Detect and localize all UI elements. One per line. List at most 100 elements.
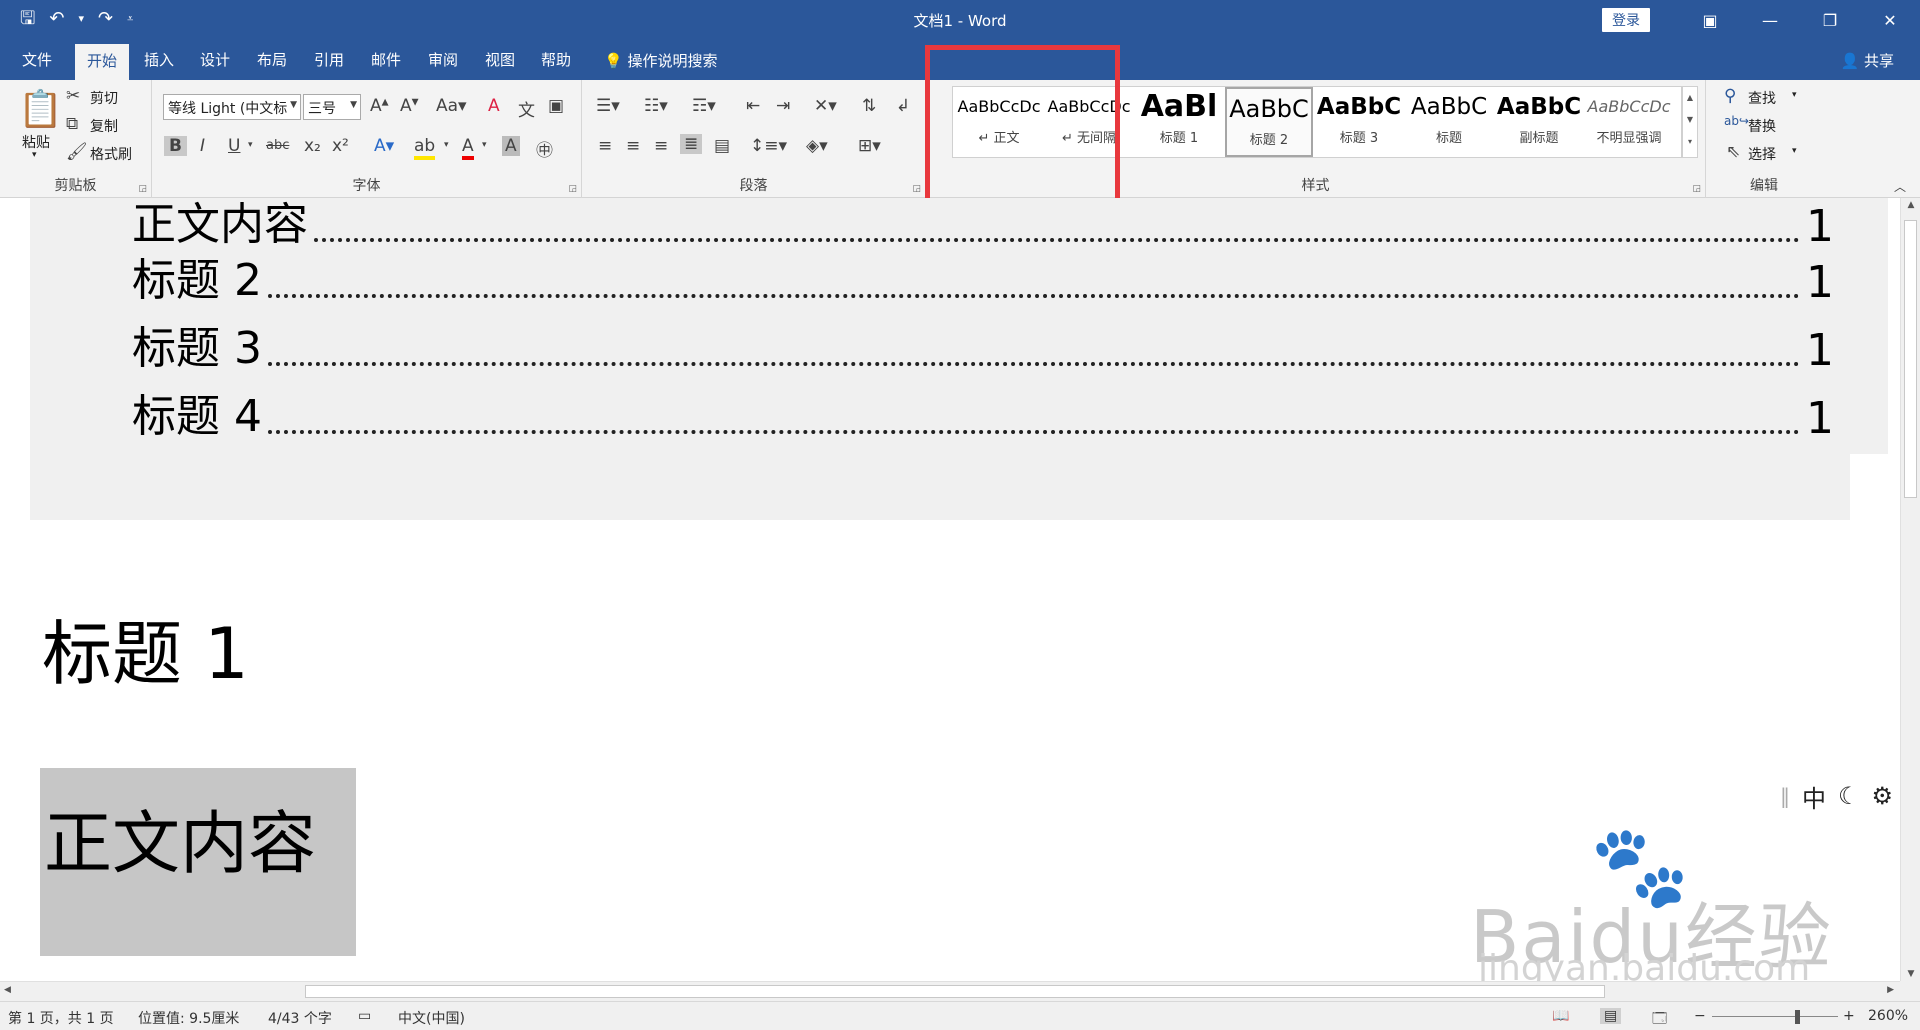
paste-icon[interactable]: 📋 xyxy=(18,88,63,130)
close-icon[interactable]: ✕ xyxy=(1860,0,1920,40)
underline-icon[interactable]: U xyxy=(228,136,240,156)
scroll-up-icon[interactable]: ▲ xyxy=(1901,200,1920,210)
phonetic-guide-icon[interactable]: 文 xyxy=(518,96,535,121)
tab-home[interactable]: 开始 xyxy=(75,44,130,80)
clear-format-icon[interactable]: A xyxy=(488,96,500,116)
tab-insert[interactable]: 插入 xyxy=(144,49,174,70)
decrease-indent-icon[interactable]: ⇤ xyxy=(746,96,760,116)
ime-language-toggle[interactable]: 中 xyxy=(1802,779,1826,814)
style-heading-1[interactable]: AaBl 标题 1 xyxy=(1135,87,1223,157)
asian-layout-icon[interactable]: ✕▾ xyxy=(814,96,837,116)
styles-gallery-scroll[interactable]: ▲ ▼ ▾ xyxy=(1682,86,1698,158)
read-mode-icon[interactable]: 📖 xyxy=(1552,1008,1569,1024)
tab-view[interactable]: 视图 xyxy=(485,49,515,70)
font-color-icon[interactable]: A xyxy=(462,136,474,160)
zoom-slider-knob[interactable] xyxy=(1795,1010,1801,1024)
styles-launcher-icon[interactable]: ◲ xyxy=(1692,184,1701,194)
horizontal-scroll-thumb[interactable] xyxy=(305,985,1605,998)
language-indicator[interactable]: 中文(中国) xyxy=(398,1008,465,1028)
enclose-characters-icon[interactable]: ㊥ xyxy=(536,136,553,161)
position-value[interactable]: 位置值: 9.5厘米 xyxy=(138,1008,239,1028)
multilevel-list-icon[interactable]: ☶▾ xyxy=(692,96,716,116)
align-right-icon[interactable]: ≡ xyxy=(654,136,668,156)
tab-references[interactable]: 引用 xyxy=(314,49,344,70)
underline-dropdown-icon[interactable]: ▾ xyxy=(248,140,253,150)
font-color-dropdown-icon[interactable]: ▾ xyxy=(482,140,487,150)
toc-entry[interactable]: 标题 3 1 xyxy=(132,316,1834,376)
justify-icon[interactable]: ≣ xyxy=(680,134,703,154)
style-subtle-emphasis[interactable]: AaBbCcDc 不明显强调 xyxy=(1585,87,1673,157)
find-button[interactable]: 查找 xyxy=(1748,88,1776,108)
tab-mailings[interactable]: 邮件 xyxy=(371,49,401,70)
scroll-down-icon[interactable]: ▼ xyxy=(1901,969,1920,979)
zoom-out-icon[interactable]: − xyxy=(1694,1008,1706,1024)
style-heading-2[interactable]: AaBbC 标题 2 xyxy=(1225,87,1313,157)
shading-icon[interactable]: ◈▾ xyxy=(806,136,828,156)
scroll-left-icon[interactable]: ◀ xyxy=(4,985,11,995)
grow-font-icon[interactable]: A▲ xyxy=(370,96,389,116)
tab-layout[interactable]: 布局 xyxy=(257,49,287,70)
highlight-icon[interactable]: ab xyxy=(414,136,436,160)
select-dropdown-icon[interactable]: ▾ xyxy=(1792,146,1797,156)
restore-icon[interactable]: ❐ xyxy=(1800,0,1860,40)
gear-icon[interactable]: ⚙ xyxy=(1872,782,1894,810)
borders-icon[interactable]: ⊞▾ xyxy=(858,136,881,156)
replace-button[interactable]: 替换 xyxy=(1748,116,1776,136)
minimize-icon[interactable]: — xyxy=(1740,0,1800,40)
tab-help[interactable]: 帮助 xyxy=(541,49,571,70)
style-heading-3[interactable]: AaBbC 标题 3 xyxy=(1315,87,1403,157)
strikethrough-icon[interactable]: abc xyxy=(266,138,289,153)
heading-1-text[interactable]: 标题 1 xyxy=(42,598,249,699)
style-title[interactable]: AaBbC 标题 xyxy=(1405,87,1493,157)
login-button[interactable]: 登录 xyxy=(1602,8,1650,32)
horizontal-scrollbar[interactable]: ◀ ▶ xyxy=(0,981,1900,1001)
ribbon-display-icon[interactable]: ▣ xyxy=(1680,0,1740,40)
toc-entry[interactable]: 正文内容 1 xyxy=(132,198,1834,252)
increase-indent-icon[interactable]: ⇥ xyxy=(776,96,790,116)
paste-dropdown-icon[interactable]: ▾ xyxy=(32,150,37,160)
paragraph-launcher-icon[interactable]: ◲ xyxy=(912,184,921,194)
tell-me-search[interactable]: 💡 操作说明搜索 xyxy=(604,50,717,71)
copy-button[interactable]: 复制 xyxy=(90,116,118,136)
line-spacing-icon[interactable]: ↕≡▾ xyxy=(750,136,787,156)
bold-icon[interactable]: B xyxy=(164,136,187,156)
align-center-icon[interactable]: ≡ xyxy=(626,136,640,156)
toc-entry[interactable]: 标题 2 1 xyxy=(132,248,1834,308)
select-button[interactable]: 选择 xyxy=(1748,144,1776,164)
character-border-icon[interactable]: ▣ xyxy=(548,96,564,116)
tab-review[interactable]: 审阅 xyxy=(428,49,458,70)
collapse-ribbon-icon[interactable]: ︿ xyxy=(1894,178,1906,195)
proofing-icon[interactable]: ▭ xyxy=(358,1008,371,1024)
zoom-level[interactable]: 260% xyxy=(1868,1008,1908,1024)
share-button[interactable]: 👤 共享 xyxy=(1841,50,1894,71)
body-text-selected[interactable]: 正文内容 xyxy=(44,788,316,887)
numbering-icon[interactable]: ☷▾ xyxy=(644,96,668,116)
highlight-dropdown-icon[interactable]: ▾ xyxy=(444,140,449,150)
print-layout-icon[interactable]: ▤ xyxy=(1600,1008,1622,1024)
sort-icon[interactable]: ⇅ xyxy=(862,96,876,116)
page-count[interactable]: 第 1 页，共 1 页 xyxy=(8,1008,114,1028)
show-marks-icon[interactable]: ↲ xyxy=(896,96,910,116)
italic-icon[interactable]: I xyxy=(200,136,205,156)
word-count[interactable]: 4/43 个字 xyxy=(268,1008,332,1028)
zoom-in-icon[interactable]: + xyxy=(1843,1008,1855,1024)
font-name-box[interactable]: 等线 Light (中文标 ▼ xyxy=(163,94,301,120)
text-effects-icon[interactable]: A▾ xyxy=(374,136,394,156)
zoom-slider-track[interactable] xyxy=(1712,1016,1838,1017)
tab-file[interactable]: 文件 xyxy=(22,49,52,70)
ime-drag-handle[interactable]: ‖ xyxy=(1780,784,1790,808)
web-layout-icon[interactable]: 🗔 xyxy=(1652,1008,1667,1030)
moon-icon[interactable]: ☾ xyxy=(1838,782,1860,810)
shrink-font-icon[interactable]: A▼ xyxy=(400,96,419,116)
distributed-icon[interactable]: ▤ xyxy=(714,136,730,156)
font-size-box[interactable]: 三号 ▼ xyxy=(303,94,361,120)
character-shading-icon[interactable]: A xyxy=(502,136,520,156)
clipboard-launcher-icon[interactable]: ◲ xyxy=(138,184,147,194)
format-painter-button[interactable]: 格式刷 xyxy=(90,144,132,164)
style-subtitle[interactable]: AaBbC 副标题 xyxy=(1495,87,1583,157)
bullets-icon[interactable]: ☰▾ xyxy=(596,96,620,116)
find-dropdown-icon[interactable]: ▾ xyxy=(1792,90,1797,100)
vertical-scrollbar[interactable]: ▲ ▼ xyxy=(1900,198,1920,981)
vertical-scroll-thumb[interactable] xyxy=(1904,220,1917,498)
cut-button[interactable]: 剪切 xyxy=(90,88,118,108)
